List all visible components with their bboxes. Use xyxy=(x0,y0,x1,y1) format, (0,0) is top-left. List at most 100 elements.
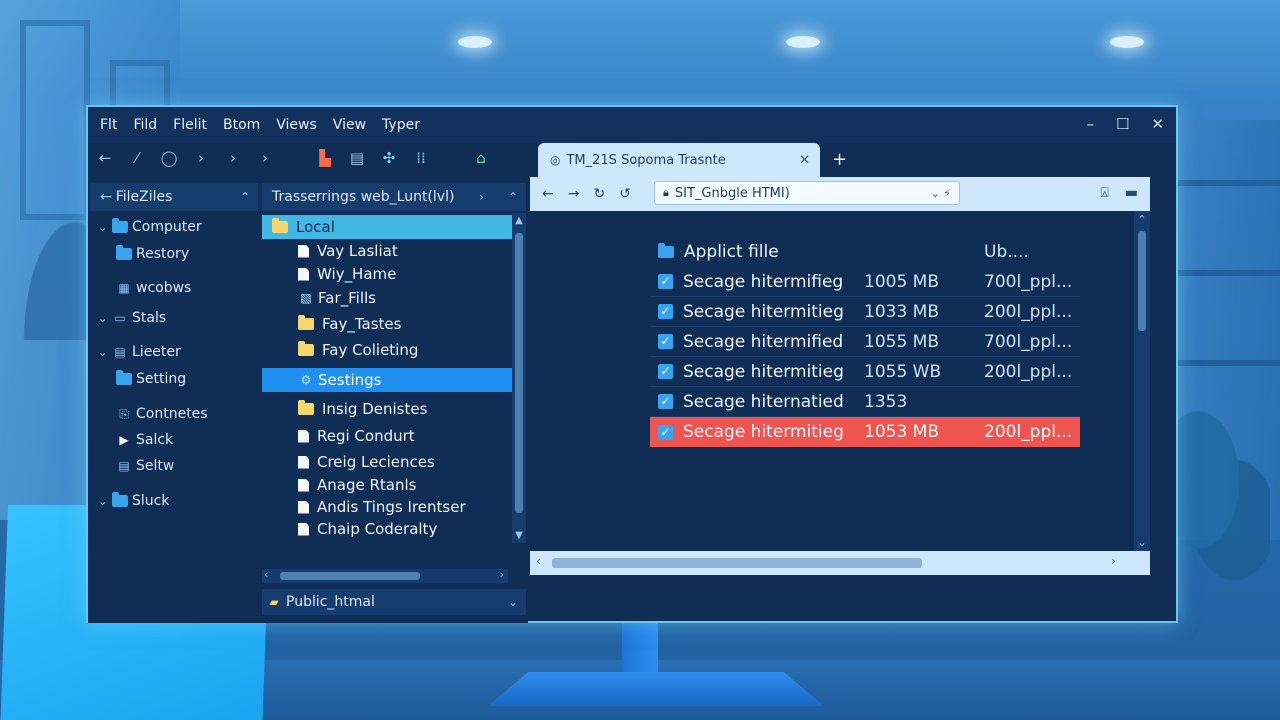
forward-icon[interactable]: → xyxy=(568,186,580,202)
menu-item[interactable]: Views xyxy=(276,117,317,133)
tree-toggle-icon[interactable]: ✣ xyxy=(380,149,398,167)
list-item[interactable]: Fay Colieting xyxy=(262,338,512,362)
tree-item[interactable]: ⌄ Computer xyxy=(98,218,202,235)
close-button[interactable]: ✕ xyxy=(1151,115,1164,133)
checkbox[interactable]: ✓ xyxy=(658,334,673,349)
menu-item[interactable]: Typer xyxy=(382,117,420,133)
scrollbar-thumb[interactable] xyxy=(552,558,922,568)
tree-item[interactable]: ⌄ ▤ Lieeter xyxy=(98,344,181,360)
browser-hscrollbar[interactable]: ‹ › xyxy=(530,551,1150,575)
checkbox[interactable]: ✓ xyxy=(658,304,673,319)
list-item[interactable]: Insig Denistes xyxy=(262,397,512,421)
browser-scrollbar[interactable]: ⌃ ⌄ xyxy=(1134,211,1150,551)
list-item[interactable]: ⚙ Sestings xyxy=(262,368,512,392)
list-header[interactable]: Local xyxy=(262,215,512,239)
refresh-icon[interactable]: ◯ xyxy=(160,149,178,167)
list-item[interactable]: Creig Leciences xyxy=(262,450,512,474)
address-bar[interactable]: 🔒︎ SIT_Gnbgle HTMI) ⌄ ⚡︎ xyxy=(654,181,960,205)
back-icon[interactable]: ← xyxy=(542,186,554,202)
profile-icon[interactable]: ⍓ xyxy=(1100,185,1108,201)
maximize-button[interactable]: ☐ xyxy=(1116,115,1129,133)
status-bar[interactable]: ▰ Public_htmal ⌄ xyxy=(262,589,526,615)
chevron-down-icon[interactable]: ⌄ xyxy=(508,595,518,609)
tree-item[interactable]: ⌄ Sluck xyxy=(98,492,169,509)
log-icon[interactable]: ▤ xyxy=(348,149,366,167)
tree-item[interactable]: ▶ Salck xyxy=(116,432,173,448)
menu-icon[interactable]: ▬ xyxy=(1125,185,1138,201)
table-row[interactable]: ✓ Secage hitermitieg 1055 WB 200l_ppl... xyxy=(650,357,1080,387)
back-icon[interactable]: ← xyxy=(96,149,114,167)
scrollbar-thumb[interactable] xyxy=(280,572,420,580)
table-row[interactable]: ✓ Secage hitermitieg 1053 MB 200l_ppl... xyxy=(650,417,1080,447)
menu-item[interactable]: Flt xyxy=(100,117,117,133)
chevron-right-icon[interactable]: › xyxy=(500,568,504,581)
table-row[interactable]: ✓ Secage hitermitieg 1033 MB 200l_ppl... xyxy=(650,297,1080,327)
stop-icon[interactable]: ↺ xyxy=(619,186,631,202)
reload-icon[interactable]: ↻ xyxy=(593,186,605,202)
site-tree-header[interactable]: ← FileZiles ⌃ xyxy=(90,183,258,211)
list-item[interactable]: Fay_Tastes xyxy=(262,312,512,336)
checkbox[interactable]: ✓ xyxy=(658,274,673,289)
chevron-right-icon[interactable]: › xyxy=(479,190,484,204)
chevron-down-icon[interactable]: ⌄ xyxy=(98,221,112,234)
remote-path-header[interactable]: Trasserrings web_Lunt(lvl) › ⌃ xyxy=(262,183,526,211)
table-row[interactable]: ✓ Secage hitermifieg 1005 MB 700l_ppl... xyxy=(650,267,1080,297)
list-item[interactable]: Wiy_Hame xyxy=(262,262,512,286)
new-tab-button[interactable]: + xyxy=(832,149,847,170)
list-item[interactable]: Andis Tings Irentser xyxy=(262,495,512,519)
list-item[interactable]: Vay Lasliat xyxy=(262,239,512,263)
chevron-right-icon[interactable]: › xyxy=(256,149,274,167)
chevron-left-icon[interactable]: ‹ xyxy=(264,568,268,581)
address-text: SIT_Gnbgle HTMI) xyxy=(674,185,790,201)
menu-item[interactable]: Fild xyxy=(133,117,157,133)
list-item[interactable]: Anage Rtanls xyxy=(262,473,512,497)
tree-item-label: Computer xyxy=(132,219,202,235)
chevron-left-icon[interactable]: ‹ xyxy=(536,554,541,568)
list-item[interactable]: ▧ Far_Fills xyxy=(262,286,512,310)
chevron-down-icon[interactable]: ⌄ ⚡︎ xyxy=(931,187,951,200)
menu-item[interactable]: View xyxy=(333,117,366,133)
tree-item[interactable]: Restory xyxy=(116,245,189,262)
tree-item[interactable]: ⌄ ▭ Stals xyxy=(98,310,166,326)
chevron-down-icon[interactable]: ⌄ xyxy=(98,495,112,508)
scrollbar-thumb[interactable] xyxy=(1138,231,1146,331)
table-header-row: Applict fille Ub.... xyxy=(650,237,1080,267)
chevron-down-icon[interactable]: ⌄ xyxy=(1134,536,1150,549)
tree-item[interactable]: ▤ Seltw xyxy=(116,458,174,474)
list-item[interactable]: Chaip Coderalty xyxy=(262,517,512,541)
tree-item[interactable]: Setting xyxy=(116,370,186,387)
checkbox[interactable]: ✓ xyxy=(658,394,673,409)
chevron-down-icon[interactable]: ⌄ xyxy=(98,346,112,359)
forward-icon[interactable]: › xyxy=(224,149,242,167)
chevron-right-icon[interactable]: › xyxy=(1111,554,1116,568)
site-manager-icon[interactable]: ▙ xyxy=(316,149,334,167)
close-tab-icon[interactable]: ✕ xyxy=(799,153,810,168)
file-list-scrollbar[interactable]: ▲ ▼ xyxy=(512,213,526,543)
browser-tab[interactable]: ◎ TM_21S Sopoma Trasnte ✕ xyxy=(538,143,820,177)
menu-item[interactable]: Flelit xyxy=(173,117,207,133)
chevron-up-icon[interactable]: ⌃ xyxy=(508,190,518,204)
tree-item[interactable]: ▦ wcobws xyxy=(116,280,191,296)
scrollbar-thumb[interactable] xyxy=(515,233,523,513)
chevron-down-icon[interactable]: ⌄ xyxy=(98,312,112,325)
pipe-icon[interactable]: ⁄ xyxy=(128,149,146,167)
file-list-hscrollbar[interactable]: ‹ › xyxy=(262,568,508,583)
checkbox[interactable]: ✓ xyxy=(658,364,673,379)
table-row[interactable]: ✓ Secage hitermified 1055 MB 700l_ppl... xyxy=(650,327,1080,357)
chevron-up-icon[interactable]: ⌃ xyxy=(240,190,250,204)
grid-icon[interactable]: ⁞⁞ xyxy=(412,149,430,167)
home-icon[interactable]: ⌂ xyxy=(472,149,490,167)
forward-icon[interactable]: › xyxy=(192,149,210,167)
menu-bar: Flt Fild Flelit Btom Views View Typer xyxy=(88,107,1176,143)
chevron-up-icon[interactable]: ▲ xyxy=(512,215,526,226)
chevron-down-icon[interactable]: ▼ xyxy=(512,530,526,541)
remote-path: Trasserrings web_Lunt(lvl) xyxy=(272,189,455,205)
minimize-button[interactable]: – xyxy=(1086,115,1094,133)
table-row[interactable]: ✓ Secage hiternatied 1353 xyxy=(650,387,1080,417)
tree-item[interactable]: ⎘ Contnetes xyxy=(116,406,207,422)
list-item[interactable]: Regi Condurt xyxy=(262,424,512,448)
row-col3: 700l_ppl... xyxy=(984,331,1073,352)
chevron-up-icon[interactable]: ⌃ xyxy=(1134,213,1150,226)
menu-item[interactable]: Btom xyxy=(223,117,260,133)
checkbox[interactable]: ✓ xyxy=(658,424,673,440)
